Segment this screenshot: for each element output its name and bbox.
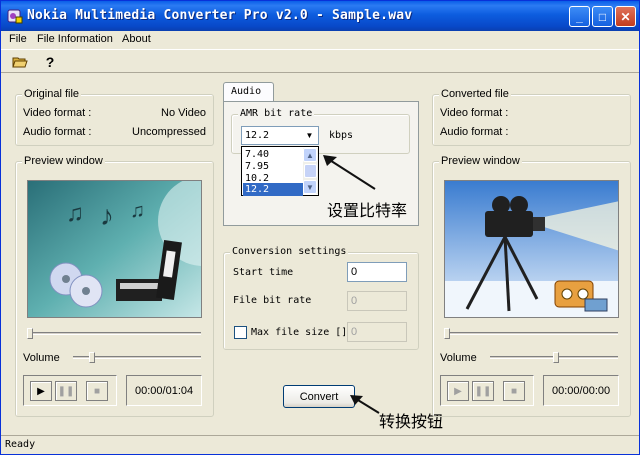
minimize-button[interactable]: _ (569, 6, 590, 27)
original-audio-value: Uncompressed (132, 126, 206, 138)
bitrate-option-selected[interactable]: 12.2 (243, 183, 303, 196)
toolbar: ? (1, 49, 639, 73)
converted-file-legend: Converted file (439, 88, 511, 100)
maximize-button[interactable]: □ (592, 6, 613, 27)
stop-button-right[interactable]: ■ (503, 381, 525, 401)
original-video-value: No Video (161, 107, 207, 119)
seek-thumb-right[interactable] (444, 328, 450, 339)
arrow-annotation-icon (323, 155, 376, 190)
max-file-size-input[interactable]: 0 (347, 322, 407, 342)
svg-text:♪: ♪ (100, 200, 114, 231)
time-display-left: 00:00/01:04 (126, 375, 202, 406)
preview-right-legend: Preview window (439, 155, 522, 167)
pause-icon: ❚❚ (474, 385, 492, 397)
file-bitrate-label: File bit rate (233, 295, 312, 306)
max-file-size-label: Max file size [] (251, 327, 348, 338)
preview-left-legend: Preview window (22, 155, 105, 167)
volume-thumb-right[interactable] (553, 352, 559, 363)
bitrate-dropdown[interactable]: 12.2 ▼ (241, 126, 319, 145)
bitrate-selected-value: 12.2 (245, 130, 270, 141)
help-button[interactable]: ? (41, 53, 59, 71)
dropdown-arrow-icon[interactable]: ▼ (302, 128, 317, 143)
maximize-icon: □ (598, 9, 607, 24)
title-bar: Nokia Multimedia Converter Pro v2.0 - Sa… (1, 1, 639, 31)
stop-icon: ■ (510, 385, 518, 397)
preview-image-left: ♫ ♪ ♫ (27, 180, 202, 318)
file-bitrate-input[interactable]: 0 (347, 291, 407, 311)
converted-audio-label: Audio format : (440, 126, 509, 138)
converted-file-group: Converted file (432, 88, 631, 146)
original-audio-label: Audio format : (23, 126, 92, 138)
volume-label-right: Volume (440, 352, 477, 364)
playback-controls-right: ▶ ❚❚ ■ (440, 375, 534, 406)
conversion-settings-legend: Conversion settings (230, 246, 349, 258)
open-button[interactable] (11, 53, 29, 71)
scroll-thumb[interactable] (304, 164, 317, 178)
start-time-input[interactable]: 0 (347, 262, 407, 282)
seek-thumb-left[interactable] (27, 328, 33, 339)
bitrate-options-list: 7.40 7.95 10.2 12.2 ▲ ▼ (241, 146, 319, 196)
time-left: 00:00/01:04 (135, 385, 194, 397)
tab-audio[interactable]: Audio (223, 82, 274, 102)
window-title: Nokia Multimedia Converter Pro v2.0 - Sa… (27, 8, 413, 23)
pause-button-right[interactable]: ❚❚ (472, 381, 494, 401)
play-button-left[interactable]: ▶ (30, 381, 52, 401)
play-button-right[interactable]: ▶ (447, 381, 469, 401)
bitrate-annotation: 设置比特率 (327, 201, 408, 220)
app-window: Nokia Multimedia Converter Pro v2.0 - Sa… (0, 0, 640, 455)
volume-label-left: Volume (23, 352, 60, 364)
original-file-group: Original file (15, 88, 214, 146)
time-display-right: 00:00/00:00 (543, 375, 619, 406)
close-button[interactable]: ✕ (615, 6, 636, 27)
convert-button-label: Convert (299, 390, 339, 403)
seek-slider-left[interactable] (27, 332, 201, 335)
stop-button-left[interactable]: ■ (86, 381, 108, 401)
stop-icon: ■ (93, 385, 101, 397)
pause-button-left[interactable]: ❚❚ (55, 381, 77, 401)
volume-thumb-left[interactable] (89, 352, 95, 363)
close-icon: ✕ (620, 9, 631, 24)
menu-about[interactable]: About (122, 33, 151, 45)
converted-video-label: Video format : (440, 107, 509, 119)
original-video-label: Video format : (23, 107, 92, 119)
menu-file[interactable]: File (9, 33, 27, 45)
convert-button[interactable]: Convert (283, 385, 355, 408)
bitrate-unit: kbps (329, 130, 354, 141)
minimize-icon: _ (576, 9, 583, 24)
open-folder-icon (12, 57, 28, 68)
options-scrollbar[interactable]: ▲ ▼ (303, 148, 318, 194)
play-icon: ▶ (454, 385, 462, 397)
status-text: Ready (5, 439, 36, 450)
svg-text:♫: ♫ (66, 200, 84, 227)
status-bar: Ready (1, 435, 639, 454)
menu-file-information[interactable]: File Information (37, 33, 113, 45)
app-icon (7, 9, 23, 24)
scroll-up-icon[interactable]: ▲ (303, 148, 317, 162)
start-time-label: Start time (233, 267, 294, 278)
amr-bitrate-legend: AMR bit rate (238, 108, 315, 120)
arrow-annotation-icon (350, 395, 380, 414)
menu-bar: File File Information About (1, 31, 639, 49)
seek-slider-right[interactable] (444, 332, 618, 335)
playback-controls-left: ▶ ❚❚ ■ (23, 375, 117, 406)
preview-image-right (444, 180, 619, 318)
scroll-down-icon[interactable]: ▼ (303, 180, 317, 194)
help-icon: ? (45, 54, 55, 70)
max-file-size-checkbox[interactable] (234, 326, 247, 339)
time-right: 00:00/00:00 (552, 385, 611, 397)
svg-text:♫: ♫ (130, 200, 145, 222)
original-file-legend: Original file (22, 88, 82, 100)
pause-icon: ❚❚ (57, 385, 75, 397)
play-icon: ▶ (37, 385, 45, 397)
tab-audio-label: Audio (231, 86, 262, 97)
